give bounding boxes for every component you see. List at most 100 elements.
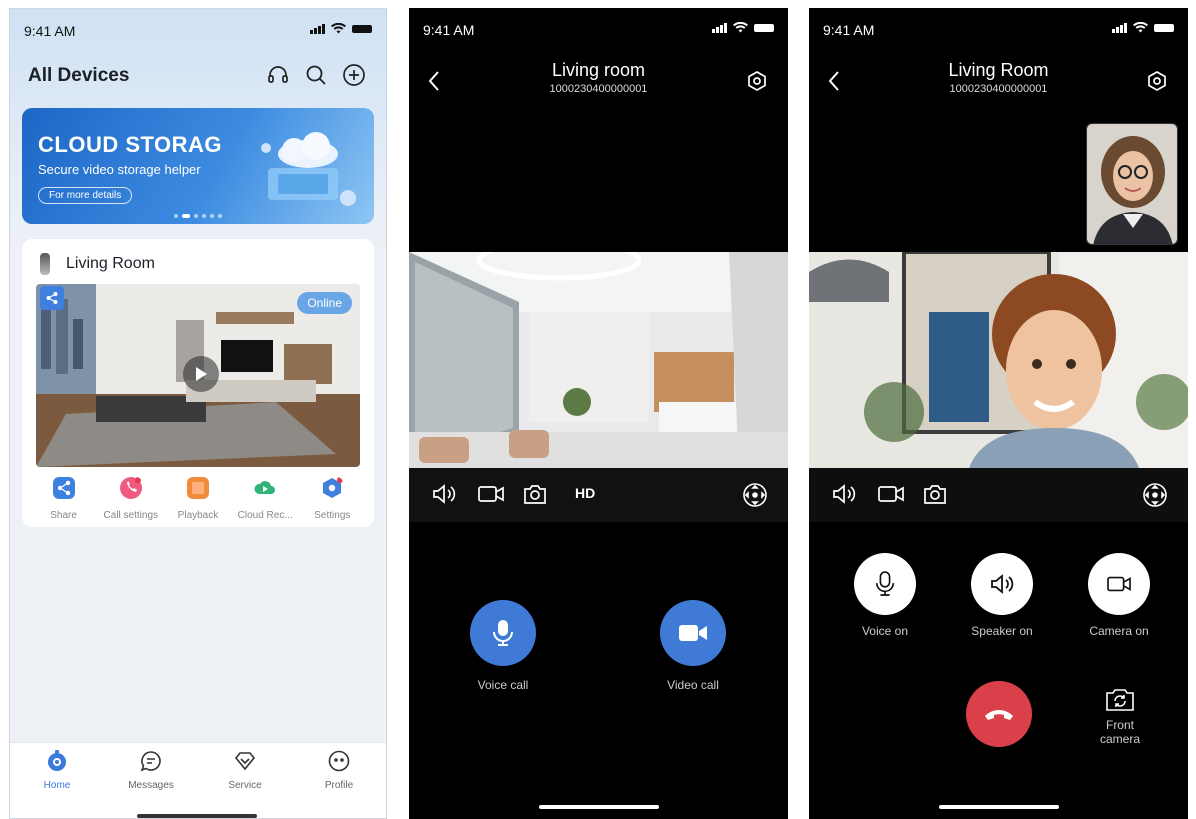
camera-toggle-button[interactable] — [1088, 553, 1150, 615]
share-icon — [52, 477, 75, 499]
hang-up-icon — [985, 710, 1013, 720]
play-icon[interactable] — [183, 356, 219, 392]
wifi-icon — [733, 22, 748, 33]
cloud-storage-illustration — [261, 132, 356, 206]
tab-messages[interactable]: Messages — [116, 749, 186, 791]
voice-toggle-button[interactable] — [854, 553, 916, 615]
status-time: 9:41 AM — [423, 22, 475, 38]
hd-quality-toggle[interactable]: HD — [575, 485, 595, 501]
voice-call-label: Voice call — [477, 678, 529, 692]
status-bar: 9:41 AM — [10, 9, 386, 49]
live-device-id: 1000230400000001 — [549, 83, 648, 95]
action-cloud-recording[interactable]: Cloud Rec... — [232, 477, 298, 521]
bottom-tab-bar: Home Messages Service Profile — [10, 742, 386, 818]
wifi-icon — [331, 23, 346, 34]
signal-icon — [310, 23, 325, 34]
speaker-toggle-button[interactable] — [971, 553, 1033, 615]
video-call-label: Video call — [667, 678, 719, 692]
remote-video-feed[interactable] — [809, 252, 1188, 468]
speaker-icon[interactable] — [831, 482, 857, 506]
status-bar: 9:41 AM — [409, 8, 788, 48]
screenshot-icon[interactable] — [922, 482, 948, 506]
banner-pagination — [174, 214, 222, 218]
device-card[interactable]: Living Room Online Share Call settings P… — [22, 239, 374, 527]
profile-icon — [328, 750, 350, 772]
device-preview[interactable]: Online — [36, 284, 360, 467]
settings-icon — [323, 477, 344, 498]
signal-icon — [712, 22, 727, 33]
home-icon — [48, 750, 66, 771]
call-device-id: 1000230400000001 — [949, 83, 1048, 95]
battery-icon — [1154, 23, 1174, 32]
home-screen: 9:41 AM All Devices CLOUD STORAG Secure … — [9, 8, 387, 819]
status-bar: 9:41 AM — [809, 8, 1188, 48]
front-camera-label[interactable]: Front camera — [1060, 718, 1180, 746]
microphone-icon — [875, 571, 895, 596]
messages-icon — [140, 751, 161, 772]
call-header: Living Room 1000230400000001 — [809, 60, 1188, 95]
call-screen: 9:41 AM Living Room 1000230400000001 Voi… — [809, 8, 1188, 819]
search-icon[interactable] — [304, 63, 328, 87]
video-controls — [809, 468, 1188, 522]
live-video-feed[interactable] — [409, 252, 788, 468]
video-camera-icon — [679, 625, 707, 641]
wifi-icon — [1133, 22, 1148, 33]
office-lobby-image — [409, 252, 788, 468]
home-indicator — [539, 805, 659, 809]
speaker-on-label: Speaker on — [971, 624, 1033, 638]
playback-icon — [186, 477, 209, 499]
cloud-rec-icon — [254, 481, 276, 494]
self-view-pip[interactable] — [1086, 123, 1178, 245]
tab-profile[interactable]: Profile — [304, 749, 374, 791]
cloud-storage-banner[interactable]: CLOUD STORAG Secure video storage helper… — [22, 108, 374, 224]
voice-call-button[interactable] — [470, 600, 536, 666]
voice-on-label: Voice on — [861, 624, 909, 638]
settings-icon[interactable] — [746, 70, 768, 92]
online-status-badge: Online — [297, 292, 352, 314]
live-view-screen: 9:41 AM Living room 1000230400000001 HD … — [409, 8, 788, 819]
page-title: All Devices — [28, 65, 130, 86]
call-settings-icon — [119, 477, 142, 499]
action-share[interactable]: Share — [31, 477, 97, 521]
tab-home[interactable]: Home — [22, 749, 92, 791]
status-time: 9:41 AM — [24, 23, 76, 39]
banner-subtitle: Secure video storage helper — [38, 162, 201, 177]
caller-portrait — [1087, 124, 1177, 244]
child-portrait — [809, 252, 1188, 468]
speaker-icon[interactable] — [431, 482, 457, 506]
home-indicator — [939, 805, 1059, 809]
camera-device-icon — [40, 253, 50, 275]
camera-on-label: Camera on — [1089, 624, 1149, 638]
battery-icon — [352, 24, 372, 33]
banner-details-button[interactable]: For more details — [38, 187, 133, 204]
status-icons — [310, 23, 372, 34]
headset-icon[interactable] — [266, 63, 290, 87]
video-call-button[interactable] — [660, 600, 726, 666]
action-call-settings[interactable]: Call settings — [98, 477, 164, 521]
battery-icon — [754, 23, 774, 32]
share-badge-icon[interactable] — [40, 286, 64, 310]
settings-icon[interactable] — [1146, 70, 1168, 92]
video-controls: HD — [409, 468, 788, 522]
status-time: 9:41 AM — [823, 22, 875, 38]
home-indicator — [137, 814, 257, 818]
signal-icon — [1112, 22, 1127, 33]
device-actions: Share Call settings Playback Cloud Rec..… — [22, 477, 374, 521]
record-video-icon[interactable] — [477, 482, 505, 506]
speaker-icon — [991, 574, 1014, 594]
record-video-icon[interactable] — [877, 482, 905, 506]
add-device-icon[interactable] — [342, 63, 366, 87]
service-icon — [234, 752, 256, 771]
tab-service[interactable]: Service — [210, 749, 280, 791]
video-camera-icon — [1107, 576, 1131, 592]
flip-camera-icon[interactable] — [1105, 686, 1135, 712]
action-settings[interactable]: Settings — [299, 477, 365, 521]
action-playback[interactable]: Playback — [165, 477, 231, 521]
header-actions — [266, 63, 366, 87]
ptz-control-icon[interactable] — [1142, 482, 1168, 508]
end-call-button[interactable] — [966, 681, 1032, 747]
banner-title: CLOUD STORAG — [38, 132, 223, 157]
ptz-control-icon[interactable] — [742, 482, 768, 508]
live-header: Living room 1000230400000001 — [409, 60, 788, 95]
screenshot-icon[interactable] — [522, 482, 548, 506]
